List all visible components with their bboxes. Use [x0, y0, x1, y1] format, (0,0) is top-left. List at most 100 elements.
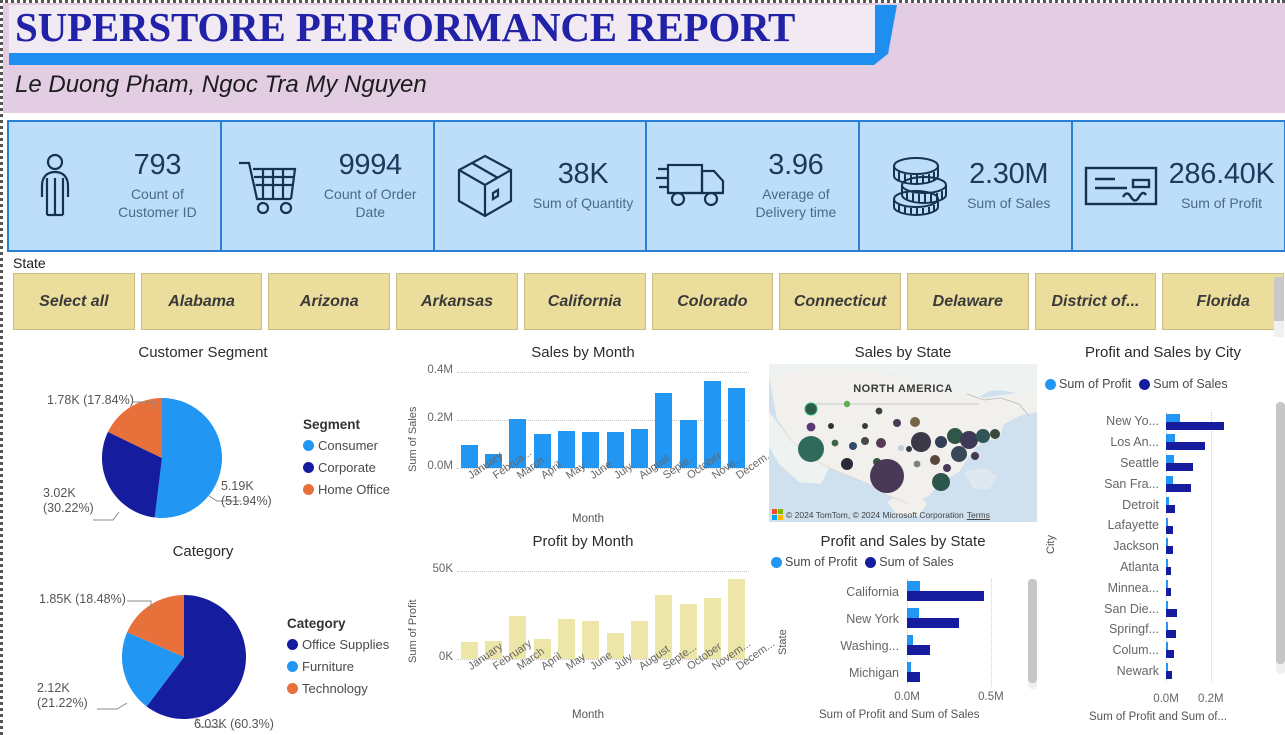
bar[interactable] — [1166, 455, 1175, 464]
pie-slice[interactable] — [154, 398, 222, 518]
chart-scrollbar-thumb[interactable] — [1276, 402, 1285, 664]
slicer-tile-delaware[interactable]: Delaware — [906, 273, 1029, 330]
bar[interactable] — [582, 621, 600, 659]
bar[interactable] — [1166, 579, 1168, 588]
bar[interactable] — [1166, 483, 1192, 492]
y-axis-tick-label: Jackson — [1113, 539, 1159, 554]
pie-slice-label: 5.19K (51.94%) — [221, 479, 272, 508]
bar[interactable] — [907, 645, 931, 655]
bar[interactable] — [1166, 421, 1224, 430]
bar[interactable] — [1166, 546, 1173, 555]
visual-profit-and-sales-by-state: Profit and Sales by State Sum of Profit … — [769, 533, 1037, 728]
legend-item-office-supplies[interactable]: Office Supplies — [287, 637, 389, 652]
visual-title: Profit by Month — [532, 533, 634, 550]
kpi-value: 793 — [133, 149, 182, 181]
map-canvas[interactable]: NORTH AMERICA © 2024 TomTom, © 2024 Micr… — [769, 364, 1037, 522]
slicer-tile-connecticut[interactable]: Connecticut — [779, 273, 901, 330]
bar[interactable] — [1166, 538, 1168, 547]
bar[interactable] — [1166, 663, 1168, 672]
bar[interactable] — [1166, 559, 1168, 568]
bar[interactable] — [907, 662, 912, 672]
map-terms-link[interactable]: Terms — [967, 510, 990, 520]
bar[interactable] — [907, 618, 960, 628]
y-axis-tick-label: Washing... — [840, 638, 899, 653]
y-axis-tick-label: California — [846, 584, 899, 599]
bar[interactable] — [1166, 567, 1172, 576]
bar[interactable] — [907, 608, 920, 618]
legend-label: Furniture — [302, 659, 355, 674]
bar[interactable] — [557, 619, 575, 659]
bar[interactable] — [1166, 642, 1168, 651]
bar[interactable] — [1166, 629, 1176, 638]
x-axis-title: Sum of Profit and Sum of... — [1089, 711, 1228, 723]
bar[interactable] — [1166, 475, 1173, 484]
legend-color-dot — [303, 484, 314, 495]
bar[interactable] — [907, 591, 984, 601]
y-axis-tick-label: 0.2M — [427, 412, 453, 424]
slicer-tile-florida[interactable]: Florida — [1162, 273, 1285, 330]
kpi-card-sum-of-quantity[interactable]: 38K Sum of Quantity — [435, 122, 648, 250]
bar[interactable] — [907, 635, 913, 645]
kpi-card-sum-of-sales[interactable]: 2.30M Sum of Sales — [860, 122, 1074, 250]
bar[interactable] — [1166, 600, 1168, 609]
legend-item-home-office[interactable]: Home Office — [303, 482, 390, 497]
visual-profit-and-sales-by-city: Profit and Sales by City Sum of Profit S… — [1039, 344, 1285, 734]
visual-title: Sales by State — [854, 344, 952, 361]
pie-leader-line — [93, 511, 120, 521]
bar[interactable] — [907, 672, 920, 682]
page-title: SUPERSTORE PERFORMANCE REPORT — [15, 4, 796, 50]
bar[interactable] — [1166, 413, 1180, 422]
slicer-tile-arizona[interactable]: Arizona — [268, 273, 391, 330]
legend-item-consumer[interactable]: Consumer — [303, 438, 390, 453]
bar[interactable] — [907, 581, 920, 591]
slicer-tile-district-of[interactable]: District of... — [1034, 273, 1157, 330]
bar[interactable] — [1166, 434, 1175, 443]
bar[interactable] — [582, 431, 600, 468]
chart-scrollbar-thumb[interactable] — [1028, 579, 1037, 683]
kpi-card-count-of-customer-id[interactable]: 793 Count of Customer ID — [9, 122, 222, 250]
legend-item-furniture[interactable]: Furniture — [287, 659, 389, 674]
x-axis-title: Sum of Profit and Sum of Sales — [819, 709, 980, 721]
bar[interactable] — [1166, 650, 1175, 659]
bar[interactable] — [1166, 608, 1177, 617]
bar[interactable] — [1166, 621, 1168, 630]
y-axis-tick-label: San Die... — [1104, 601, 1159, 616]
legend-item-technology[interactable]: Technology — [287, 681, 389, 696]
bar[interactable] — [1166, 517, 1169, 526]
bar[interactable] — [630, 621, 648, 659]
x-axis-title: Month — [572, 709, 604, 721]
kpi-card-average-of-delivery-time[interactable]: 3.96 Average of Delivery time — [647, 122, 861, 250]
y-axis-tick-label: Seattle — [1120, 456, 1159, 470]
bar[interactable] — [1166, 525, 1173, 534]
legend-color-dot — [303, 440, 314, 451]
bar[interactable] — [1166, 463, 1193, 472]
slicer-scrollbar-thumb[interactable] — [1274, 277, 1284, 321]
pie-slice-label: 6.03K (60.3%) — [194, 717, 274, 731]
shopping-cart-icon — [230, 149, 306, 223]
bar[interactable] — [630, 429, 648, 468]
legend-item-corporate[interactable]: Corporate — [303, 460, 390, 475]
slicer-tile-colorado[interactable]: Colorado — [651, 273, 774, 330]
visual-customer-segment-pie: Customer Segment 5.19K (51.94%) 3.02K (3… — [9, 344, 397, 540]
slicer-tile-select-all[interactable]: Select all — [13, 273, 135, 330]
bar[interactable] — [1166, 496, 1169, 505]
y-axis-tick-label: Los An... — [1110, 435, 1159, 450]
title-accent-vertical — [875, 5, 897, 53]
kpi-card-sum-of-profit[interactable]: 286.40K Sum of Profit — [1073, 122, 1284, 250]
slicer-tile-alabama[interactable]: Alabama — [140, 273, 263, 330]
bar[interactable] — [1166, 671, 1173, 680]
bar[interactable] — [1166, 504, 1176, 513]
y-axis-tick-label: Minnea... — [1107, 580, 1159, 595]
legend-title: Segment — [303, 417, 361, 432]
bar[interactable] — [1166, 587, 1171, 596]
chart-scrollbar[interactable] — [1276, 402, 1285, 674]
slicer-scrollbar[interactable] — [1274, 277, 1284, 337]
kpi-card-count-of-order-date[interactable]: 9994 Count of Order Date — [222, 122, 435, 250]
y-axis-tick-label: 0.0M — [427, 460, 453, 472]
chart-scrollbar[interactable] — [1028, 579, 1037, 689]
bar[interactable] — [1166, 442, 1206, 451]
bar[interactable] — [557, 430, 575, 468]
slicer-tile-arkansas[interactable]: Arkansas — [396, 273, 518, 330]
y-axis-tick-label: Colum... — [1112, 643, 1159, 658]
slicer-tile-california[interactable]: California — [523, 273, 646, 330]
